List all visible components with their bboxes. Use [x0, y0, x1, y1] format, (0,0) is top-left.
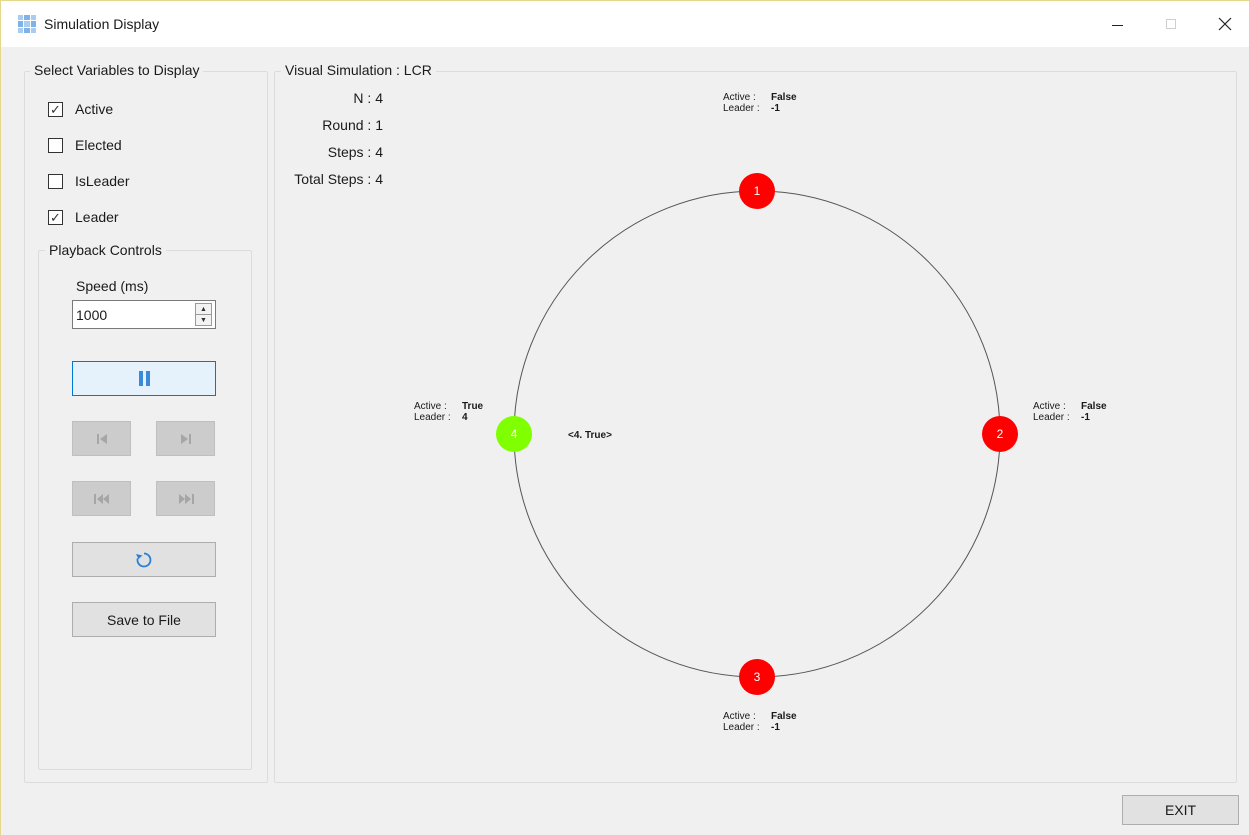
simulation-window: Simulation Display Select Variables to D… [0, 0, 1250, 835]
node-1-leader-value: -1 [771, 103, 780, 114]
node-3-active-value: False [771, 711, 797, 722]
node-4-active-value: True [462, 401, 484, 412]
node-4-leader-label: Leader : [414, 412, 451, 423]
node-1-info: Active : False Leader : -1 [723, 92, 797, 114]
node-1[interactable]: 1 [739, 173, 775, 209]
node-2-leader-value: -1 [1081, 412, 1090, 423]
node-4-active-label: Active : [414, 401, 447, 412]
node-1-id: 1 [754, 184, 761, 198]
node-3-active-label: Active : [723, 711, 756, 722]
ring-canvas: 1 Active : False Leader : -1 2 Active : … [414, 92, 1107, 733]
node-3-leader-value: -1 [771, 722, 780, 733]
exit-button[interactable]: EXIT [1122, 795, 1239, 825]
node-2-info: Active : False Leader : -1 [1033, 401, 1107, 423]
node-1-active-label: Active : [723, 92, 756, 103]
node-2-active-value: False [1081, 401, 1107, 412]
node-3-id: 3 [754, 670, 761, 684]
node-3-leader-label: Leader : [723, 722, 760, 733]
node-4-leader-value: 4 [462, 412, 468, 423]
node-4-id: 4 [511, 427, 518, 441]
node-2-id: 2 [997, 427, 1004, 441]
node-1-active-value: False [771, 92, 797, 103]
node-2-active-label: Active : [1033, 401, 1066, 412]
node-2[interactable]: 2 [982, 416, 1018, 452]
node-3[interactable]: 3 [739, 659, 775, 695]
node-4[interactable]: 4 [496, 416, 532, 452]
node-1-leader-label: Leader : [723, 103, 760, 114]
node-3-info: Active : False Leader : -1 [723, 711, 797, 733]
message-label: <4. True> [568, 430, 612, 441]
node-2-leader-label: Leader : [1033, 412, 1070, 423]
node-4-info: Active : True Leader : 4 [414, 401, 484, 423]
